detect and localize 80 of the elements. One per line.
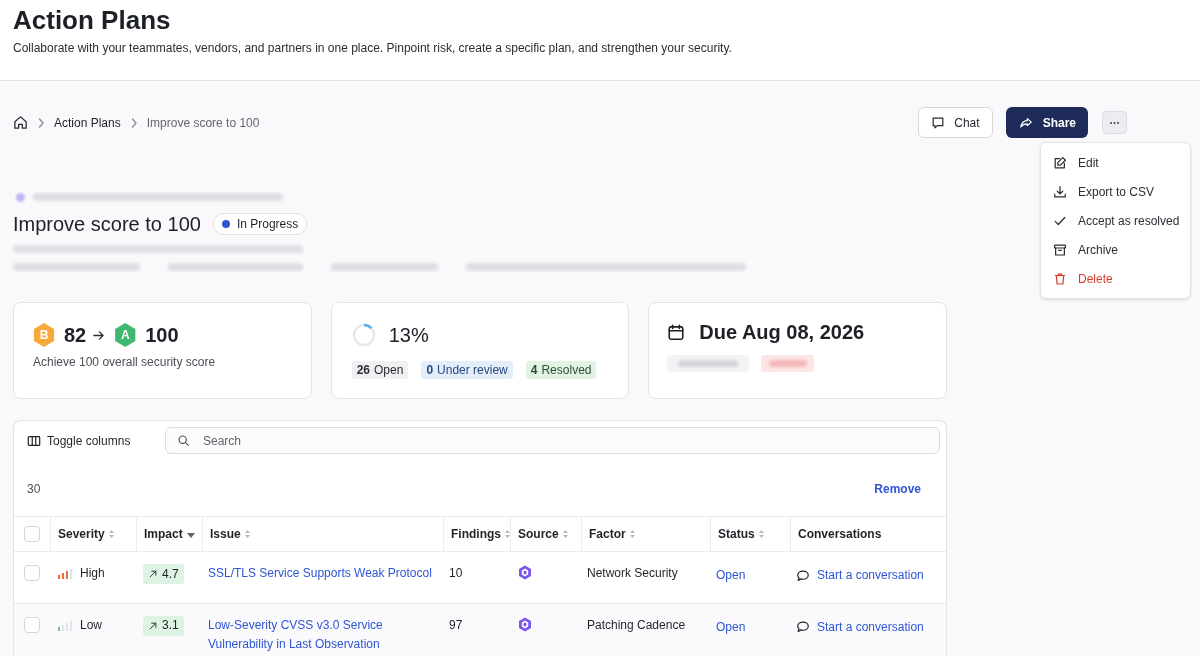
- search-field[interactable]: Search: [165, 427, 940, 454]
- factor-name: Network Security: [587, 566, 678, 580]
- home-icon[interactable]: [13, 115, 28, 130]
- blurred-logo: [16, 192, 25, 202]
- start-conversation-link[interactable]: Start a conversation: [796, 617, 924, 637]
- toggle-columns-button[interactable]: Toggle columns: [27, 431, 165, 450]
- blurred-badge: [761, 355, 815, 372]
- checkbox[interactable]: [24, 526, 40, 542]
- score-value: 100: [145, 323, 179, 347]
- start-conversation-link[interactable]: Start a conversation: [796, 566, 924, 585]
- column-header[interactable]: Status: [718, 525, 764, 543]
- share-button[interactable]: Share: [1005, 107, 1088, 138]
- sort-icon: [629, 530, 635, 538]
- impact-value: 4.7: [162, 565, 179, 583]
- issue-link[interactable]: SSL/TLS Service Supports Weak Protocol: [208, 564, 435, 583]
- more-dots-icon: [1110, 121, 1119, 124]
- factor-name: Patching Cadence: [587, 617, 686, 632]
- count-tag: 0 Under review: [421, 361, 513, 379]
- trash-icon: [1053, 271, 1067, 286]
- page-subtitle: Collaborate with your teammates, vendors, and partners in one place. Pinpoint risk, create a specific plan, and strengthen your security.: [13, 40, 733, 56]
- calendar-icon: [667, 322, 686, 342]
- status-link[interactable]: Open: [716, 619, 746, 634]
- breadcrumb-current: Improve score to 100: [146, 114, 260, 131]
- arrow-right-icon: [93, 329, 105, 341]
- chat-bubble-icon: [796, 620, 810, 634]
- column-header: Conversations: [798, 526, 882, 543]
- count-tag: 26 Open: [351, 361, 409, 379]
- severity-label: High: [80, 565, 105, 582]
- menu-item[interactable]: Export to CSV: [1041, 177, 1190, 206]
- remove-link[interactable]: Remove: [874, 480, 921, 498]
- due-date: Due Aug 08, 2026: [699, 320, 865, 344]
- chat-bubble-icon: [796, 568, 810, 583]
- download-icon: [1053, 184, 1067, 199]
- checkbox[interactable]: [24, 565, 40, 581]
- edit-icon: [1053, 155, 1067, 170]
- chevron-right-icon: [38, 117, 44, 128]
- chat-bubble-icon: [931, 115, 946, 130]
- hexagon-logo-icon: [518, 565, 532, 580]
- sort-icon: [108, 530, 114, 538]
- trend-up-arrow-icon: [148, 620, 158, 631]
- menu-item[interactable]: Archive: [1041, 235, 1190, 264]
- progress-percent: 13%: [388, 323, 429, 347]
- column-header[interactable]: Factor: [589, 525, 635, 543]
- score-value: 82: [64, 323, 87, 347]
- share-arrow-icon: [1017, 115, 1034, 130]
- menu-item[interactable]: Accept as resolved: [1041, 206, 1190, 235]
- checkbox[interactable]: [24, 616, 40, 633]
- column-header[interactable]: Impact: [144, 525, 195, 543]
- more-button[interactable]: [1102, 111, 1127, 134]
- hexagon-logo-icon: [518, 616, 532, 632]
- issue-link[interactable]: Low-Severity CVSS v3.0 Service Vulnerability in Last Observation: [208, 615, 435, 654]
- breadcrumb-link[interactable]: Action Plans: [54, 114, 121, 131]
- findings-count: 10: [449, 566, 463, 580]
- trend-up-arrow-icon: [148, 569, 158, 579]
- column-header[interactable]: Source: [518, 525, 568, 543]
- sort-icon: [758, 530, 764, 538]
- score-caption: Achieve 100 overall security score: [33, 354, 217, 370]
- page-title: Action Plans: [13, 5, 172, 35]
- archive-icon: [1053, 242, 1067, 257]
- row-count: 30: [27, 481, 41, 498]
- status-label: In Progress: [236, 216, 299, 232]
- sort-icon: [505, 530, 510, 538]
- status-link[interactable]: Open: [716, 568, 746, 582]
- sort-icon: [562, 530, 568, 538]
- plan-title: Improve score to 100: [13, 212, 201, 236]
- search-icon: [177, 434, 190, 447]
- severity-label: Low: [80, 616, 102, 634]
- column-header[interactable]: Severity: [58, 525, 114, 543]
- menu-item[interactable]: Delete: [1041, 264, 1190, 293]
- sort-icon: [244, 530, 250, 538]
- sort-descending-icon: [186, 533, 195, 538]
- chevron-right-icon: [130, 117, 137, 128]
- impact-value: 3.1: [162, 617, 179, 634]
- chat-button[interactable]: Chat: [918, 107, 993, 138]
- findings-count: 97: [449, 617, 463, 632]
- column-header[interactable]: Findings: [451, 525, 510, 543]
- menu-item[interactable]: Edit: [1041, 148, 1190, 177]
- count-tag: 4 Resolved: [525, 361, 597, 379]
- columns-icon: [27, 433, 41, 448]
- column-header[interactable]: Issue: [210, 525, 250, 543]
